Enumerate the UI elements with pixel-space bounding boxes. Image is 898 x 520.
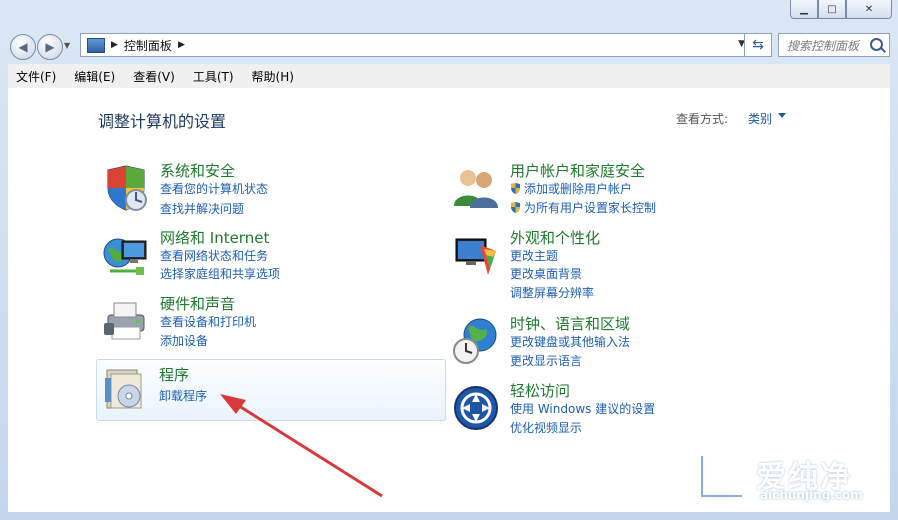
refresh-button[interactable]: ⇆ [744, 33, 772, 57]
control-panel-window: ▁ □ ✕ ◀ ▶ ▼ ▶ 控制面板 ▶ ▼ ⇆ 文件(F) 编辑(E) 查看(… [0, 0, 898, 520]
logo-mark-icon [699, 453, 745, 499]
history-dropdown-icon[interactable]: ▼ [64, 41, 70, 50]
close-button[interactable]: ✕ [846, 0, 892, 19]
breadcrumb-control-panel[interactable]: 控制面板 [124, 37, 172, 54]
content-pane: 调整计算机的设置 查看方式: 类别 系统和安全 查看您的计算机状态 查找并解决问… [8, 88, 890, 512]
breadcrumb-chevron-icon[interactable]: ▶ [111, 40, 118, 50]
search-icon[interactable] [870, 38, 883, 51]
address-bar[interactable]: ▶ 控制面板 ▶ ▼ [80, 33, 770, 57]
breadcrumb-chevron-icon[interactable]: ▶ [178, 40, 185, 50]
search-input[interactable] [785, 35, 873, 57]
back-button[interactable]: ◀ [10, 34, 36, 60]
menu-tools[interactable]: 工具(T) [185, 68, 244, 85]
watermark-url: aichunjing.com [760, 488, 863, 502]
minimize-button[interactable]: ▁ [790, 0, 818, 19]
search-box[interactable] [778, 33, 890, 57]
menu-file[interactable]: 文件(F) [8, 68, 66, 85]
menu-bar: 文件(F) 编辑(E) 查看(V) 工具(T) 帮助(H) [8, 64, 890, 89]
forward-button[interactable]: ▶ [37, 34, 63, 60]
control-panel-icon [87, 37, 105, 53]
menu-view[interactable]: 查看(V) [125, 68, 185, 85]
window-controls: ▁ □ ✕ [790, 0, 892, 20]
maximize-button[interactable]: □ [818, 0, 846, 19]
watermark-logo: 爱纯净 aichunjing.com [694, 450, 884, 506]
menu-help[interactable]: 帮助(H) [244, 68, 304, 85]
navigation-bar: ◀ ▶ ▼ ▶ 控制面板 ▶ ▼ ⇆ [8, 31, 890, 60]
menu-edit[interactable]: 编辑(E) [66, 68, 125, 85]
annotation-arrow [220, 394, 383, 498]
